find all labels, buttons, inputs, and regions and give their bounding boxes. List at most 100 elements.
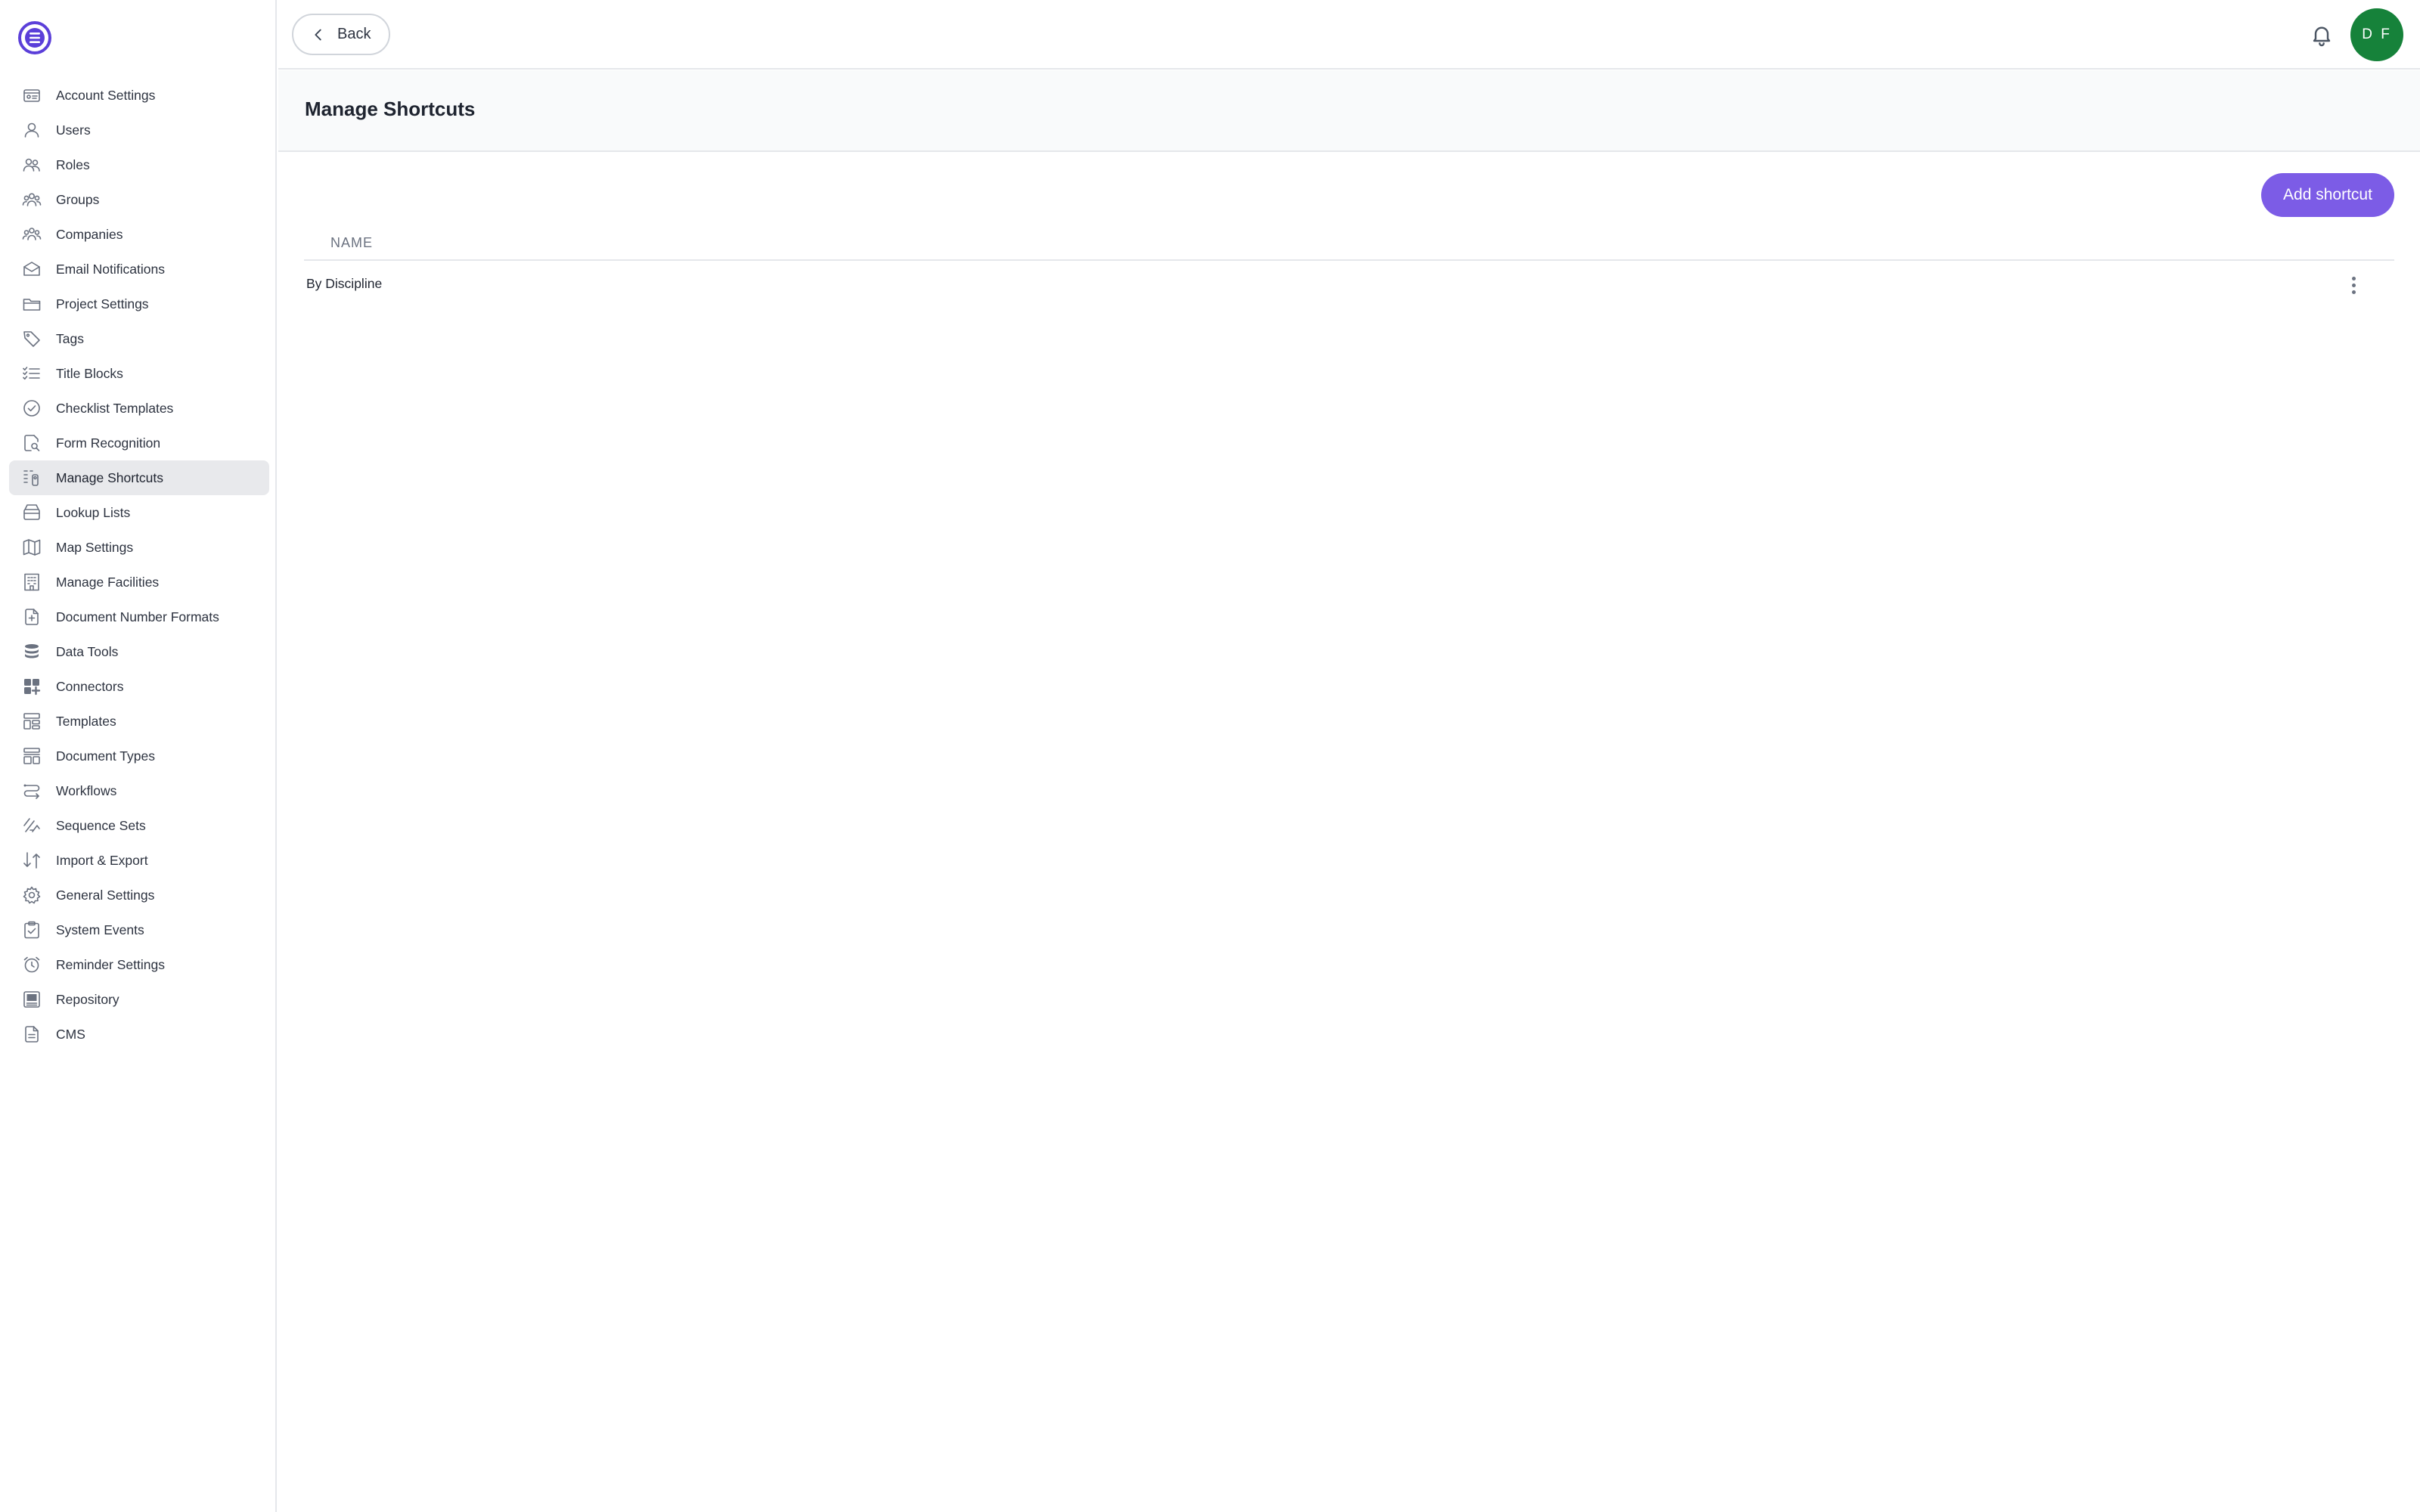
shortcuts-icon bbox=[21, 467, 42, 488]
sidebar-item-groups[interactable]: Groups bbox=[9, 182, 269, 217]
sidebar-item-label: Import & Export bbox=[56, 852, 148, 868]
sidebar-item-repository[interactable]: Repository bbox=[9, 982, 269, 1017]
folder-icon bbox=[21, 293, 42, 314]
sidebar-item-connectors[interactable]: Connectors bbox=[9, 669, 269, 704]
sidebar-item-label: Map Settings bbox=[56, 539, 134, 555]
sidebar-item-users[interactable]: Users bbox=[9, 113, 269, 147]
sidebar-item-data-tools[interactable]: Data Tools bbox=[9, 634, 269, 669]
notifications-bell-icon[interactable] bbox=[2307, 20, 2337, 50]
gear-icon bbox=[21, 885, 42, 906]
table-row[interactable]: By Discipline bbox=[304, 261, 2394, 306]
lookup-icon bbox=[21, 502, 42, 523]
sequence-icon bbox=[21, 815, 42, 836]
sidebar-item-map-settings[interactable]: Map Settings bbox=[9, 530, 269, 565]
list-check-icon bbox=[21, 363, 42, 384]
sidebar-item-lookup-lists[interactable]: Lookup Lists bbox=[9, 495, 269, 530]
sidebar-item-label: System Events bbox=[56, 922, 144, 937]
sidebar-item-label: General Settings bbox=[56, 887, 155, 903]
sidebar-item-label: Tags bbox=[56, 330, 84, 346]
account-settings-icon bbox=[21, 85, 42, 106]
sidebar-item-manage-shortcuts[interactable]: Manage Shortcuts bbox=[9, 460, 269, 495]
back-button[interactable]: Back bbox=[292, 14, 390, 55]
workflow-icon bbox=[21, 780, 42, 801]
document-types-icon bbox=[21, 745, 42, 767]
alarm-clock-icon bbox=[21, 954, 42, 975]
sidebar-item-label: Sequence Sets bbox=[56, 817, 146, 833]
tag-icon bbox=[21, 328, 42, 349]
sidebar-item-tags[interactable]: Tags bbox=[9, 321, 269, 356]
sidebar-item-label: Email Notifications bbox=[56, 261, 165, 277]
check-circle-icon bbox=[21, 398, 42, 419]
sidebar-item-email-notifications[interactable]: Email Notifications bbox=[9, 252, 269, 287]
sidebar-item-label: Users bbox=[56, 122, 91, 138]
form-recognition-icon bbox=[21, 432, 42, 454]
sidebar-item-reminder-settings[interactable]: Reminder Settings bbox=[9, 947, 269, 982]
sidebar-item-templates[interactable]: Templates bbox=[9, 704, 269, 739]
templates-icon bbox=[21, 711, 42, 732]
sidebar-nav: Account Settings Users Roles Groups Companie… bbox=[9, 78, 269, 1052]
table-header: NAME bbox=[304, 226, 2394, 261]
document-number-icon bbox=[21, 606, 42, 627]
sidebar-item-title-blocks[interactable]: Title Blocks bbox=[9, 356, 269, 391]
sidebar-item-label: Connectors bbox=[56, 678, 124, 694]
sidebar-item-companies[interactable]: Companies bbox=[9, 217, 269, 252]
shortcuts-table: NAME By Discipline bbox=[304, 226, 2394, 306]
companies-icon bbox=[21, 224, 42, 245]
map-icon bbox=[21, 537, 42, 558]
sidebar-item-label: Companies bbox=[56, 226, 123, 242]
envelope-icon bbox=[21, 259, 42, 280]
sidebar-item-label: Reminder Settings bbox=[56, 956, 165, 972]
sidebar-item-general-settings[interactable]: General Settings bbox=[9, 878, 269, 912]
sidebar-item-checklist-templates[interactable]: Checklist Templates bbox=[9, 391, 269, 426]
sidebar-item-label: Document Number Formats bbox=[56, 609, 219, 624]
clipboard-check-icon bbox=[21, 919, 42, 940]
sidebar-item-manage-facilities[interactable]: Manage Facilities bbox=[9, 565, 269, 600]
repository-icon bbox=[21, 989, 42, 1010]
sidebar-item-document-number-formats[interactable]: Document Number Formats bbox=[9, 600, 269, 634]
sidebar-item-label: Templates bbox=[56, 713, 116, 729]
sidebar-item-roles[interactable]: Roles bbox=[9, 147, 269, 182]
sidebar-item-form-recognition[interactable]: Form Recognition bbox=[9, 426, 269, 460]
column-header-name[interactable]: NAME bbox=[330, 235, 373, 251]
database-icon bbox=[21, 641, 42, 662]
sidebar-item-label: Form Recognition bbox=[56, 435, 161, 451]
sidebar-item-label: Checklist Templates bbox=[56, 400, 174, 416]
groups-icon bbox=[21, 189, 42, 210]
page-header: Manage Shortcuts bbox=[278, 70, 2420, 152]
sidebar-item-label: Lookup Lists bbox=[56, 504, 131, 520]
add-shortcut-button[interactable]: Add shortcut bbox=[2261, 173, 2394, 217]
sidebar-item-label: Groups bbox=[56, 191, 100, 207]
row-more-options-icon[interactable] bbox=[2343, 273, 2364, 297]
sidebar-item-workflows[interactable]: Workflows bbox=[9, 773, 269, 808]
sidebar-item-system-events[interactable]: System Events bbox=[9, 912, 269, 947]
sidebar-item-label: Workflows bbox=[56, 782, 117, 798]
building-icon bbox=[21, 572, 42, 593]
user-avatar[interactable]: D F bbox=[2350, 8, 2403, 61]
sidebar-item-label: Data Tools bbox=[56, 643, 119, 659]
sidebar-item-project-settings[interactable]: Project Settings bbox=[9, 287, 269, 321]
sidebar-item-label: Project Settings bbox=[56, 296, 149, 311]
sidebar-item-import-and-export[interactable]: Import & Export bbox=[9, 843, 269, 878]
sidebar-item-label: CMS bbox=[56, 1026, 85, 1042]
file-text-icon bbox=[21, 1024, 42, 1045]
app-logo[interactable] bbox=[18, 21, 51, 54]
sidebar-item-label: Repository bbox=[56, 991, 119, 1007]
user-icon bbox=[21, 119, 42, 141]
sidebar-item-label: Manage Shortcuts bbox=[56, 469, 164, 485]
sidebar-item-document-types[interactable]: Document Types bbox=[9, 739, 269, 773]
sidebar-item-label: Roles bbox=[56, 156, 90, 172]
chevron-left-icon bbox=[315, 29, 321, 40]
import-export-icon bbox=[21, 850, 42, 871]
connectors-icon bbox=[21, 676, 42, 697]
shortcut-name-cell: By Discipline bbox=[306, 275, 383, 291]
sidebar-item-label: Document Types bbox=[56, 748, 155, 764]
back-button-label: Back bbox=[337, 26, 371, 42]
sidebar-item-label: Account Settings bbox=[56, 87, 156, 103]
sidebar-item-label: Title Blocks bbox=[56, 365, 123, 381]
sidebar-item-sequence-sets[interactable]: Sequence Sets bbox=[9, 808, 269, 843]
sidebar-item-account-settings[interactable]: Account Settings bbox=[9, 78, 269, 113]
topbar: Back D F bbox=[278, 0, 2420, 70]
sidebar-item-cms[interactable]: CMS bbox=[9, 1017, 269, 1052]
sidebar-item-label: Manage Facilities bbox=[56, 574, 160, 590]
sidebar: Account Settings Users Roles Groups Companie… bbox=[0, 0, 277, 1512]
